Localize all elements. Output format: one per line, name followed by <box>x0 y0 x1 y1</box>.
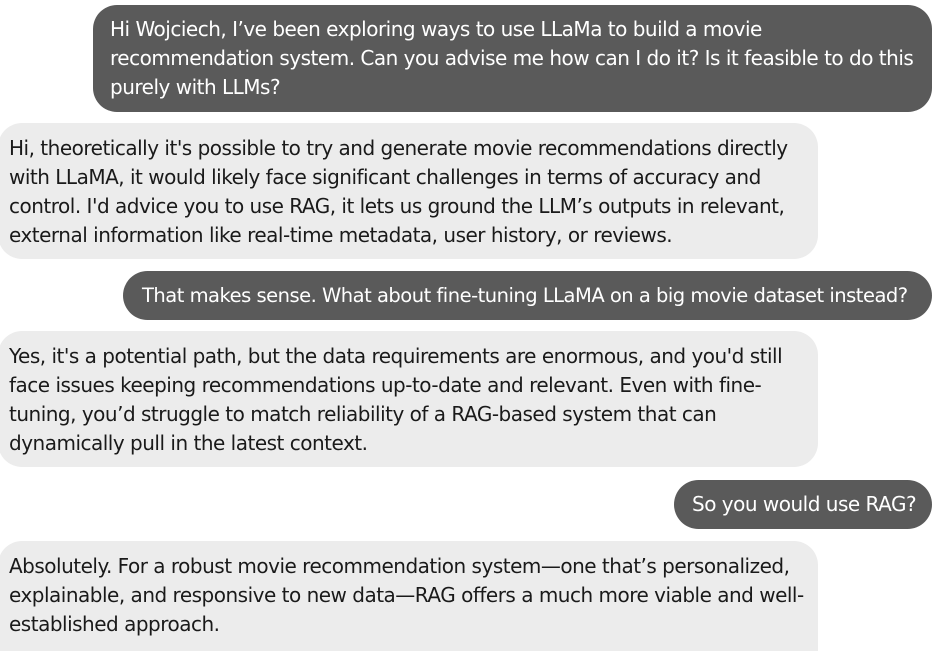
message-line: established approach. <box>9 612 220 636</box>
message-line: Absolutely. For a robust movie recommend… <box>9 554 790 578</box>
message-line: That makes sense. What about fine-tuning… <box>142 284 908 307</box>
user-message-bubble[interactable]: Hi Wojciech, I’ve been exploring ways to… <box>93 5 932 112</box>
message-line: Hi Wojciech, I’ve been exploring ways to… <box>110 17 762 41</box>
message-line: external information like real-time meta… <box>9 223 673 247</box>
message-line: Hi, theoretically it's possible to try a… <box>9 136 788 160</box>
assistant-message-bubble[interactable]: Yes, it's a potential path, but the data… <box>0 331 818 467</box>
message-line: dynamically pull in the latest context. <box>9 431 368 455</box>
message-line: tuning, you’d struggle to match reliabil… <box>9 402 717 426</box>
user-message-bubble[interactable]: So you would use RAG? <box>674 480 932 529</box>
assistant-message-bubble[interactable]: Hi, theoretically it's possible to try a… <box>0 123 818 259</box>
assistant-message-bubble[interactable]: Absolutely. For a robust movie recommend… <box>0 541 818 651</box>
chat-transcript: Hi Wojciech, I’ve been exploring ways to… <box>0 0 941 651</box>
message-line: control. I'd advice you to use RAG, it l… <box>9 194 785 218</box>
message-line: face issues keeping recommendations up-t… <box>9 373 762 397</box>
user-message-bubble[interactable]: That makes sense. What about fine-tuning… <box>123 271 932 320</box>
message-line: purely with LLMs? <box>110 75 281 99</box>
message-line: So you would use RAG? <box>692 492 917 516</box>
message-line: explainable, and responsive to new data—… <box>9 583 804 607</box>
message-line: with LLaMA, it would likely face signifi… <box>9 165 761 189</box>
message-line: recommendation system. Can you advise me… <box>110 46 914 70</box>
message-line: Yes, it's a potential path, but the data… <box>9 344 783 368</box>
